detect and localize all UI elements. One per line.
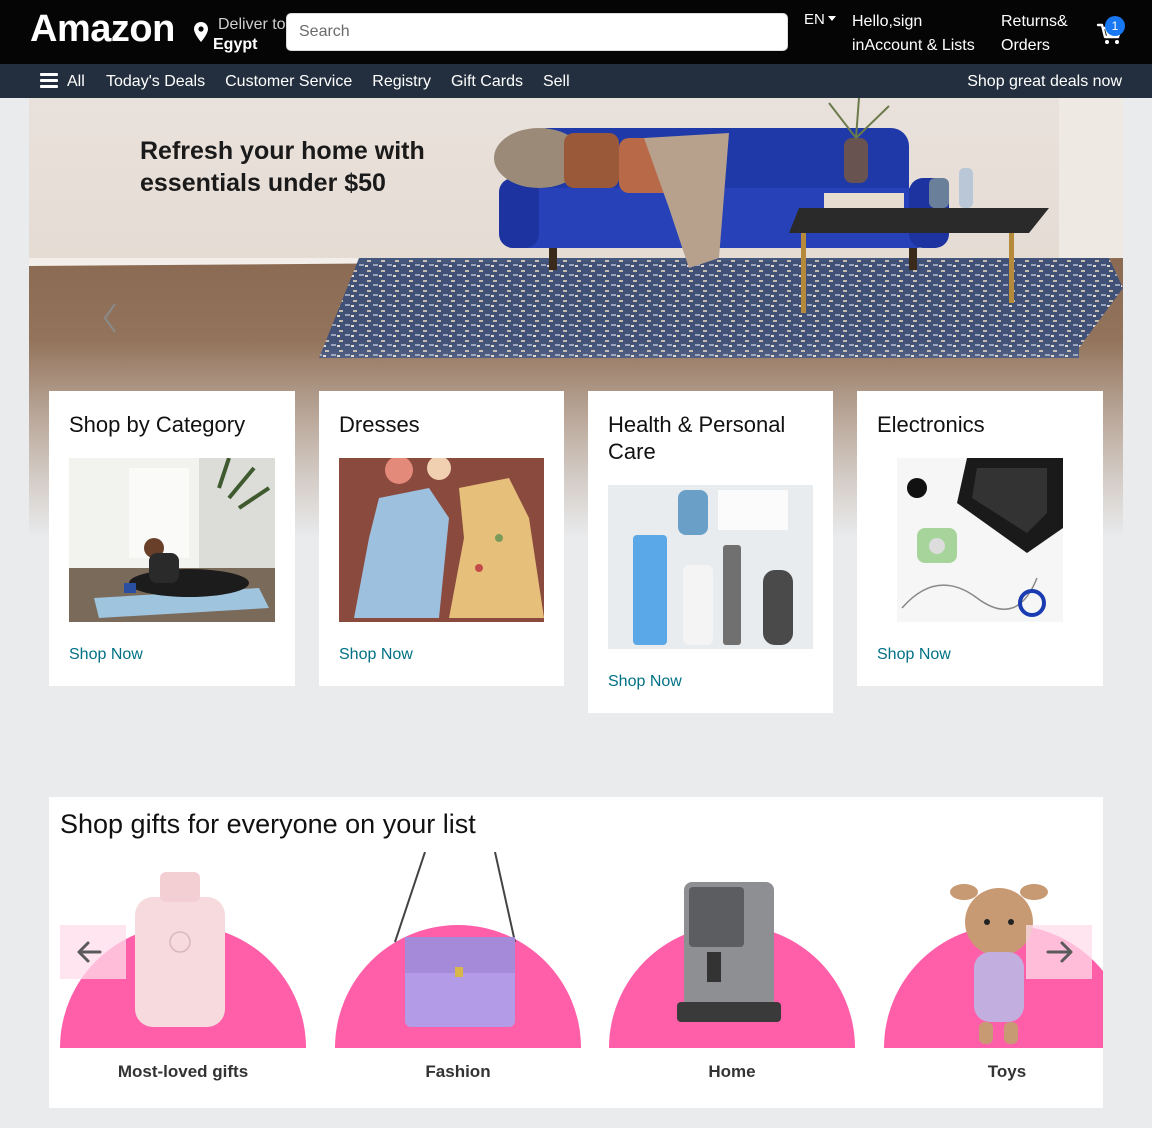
account-lists[interactable]: Hello,sign inAccount & Lists [852,10,975,58]
nav-link-todays-deals[interactable]: Today's Deals [106,73,205,91]
gift-label: Toys [987,1062,1027,1081]
card-image-yoga[interactable] [69,458,275,622]
card-title: Dresses [339,412,420,437]
card-electronics: Electronics Shop Now [857,391,1103,686]
card-health-personal-care: Health & Personal Care Shop Now [588,391,833,713]
card-dresses: Dresses Shop Now [319,391,564,686]
account-greeting: Hello,sign [852,13,923,30]
shop-now-link[interactable]: Shop Now [339,646,413,664]
language-selector[interactable]: EN [804,11,836,28]
gift-item-home[interactable]: Home [609,852,855,1108]
gift-label: Home [708,1062,756,1081]
gift-item-toys[interactable]: Toys [884,852,1103,1108]
card-title: Shop by Category [69,412,246,437]
arrow-left-icon [77,941,102,963]
location-pin-icon [194,22,208,42]
amazon-logo[interactable]: Amazon [30,8,175,51]
gift-image-bag [335,851,581,1048]
shop-now-link[interactable]: Shop Now [877,646,951,664]
caret-down-icon [827,16,836,21]
language-label: EN [804,11,825,28]
gift-item-most-loved[interactable]: Most-loved gifts [59,852,306,1108]
returns-label: Returns& [1001,13,1068,30]
nav-link-shop-deals[interactable]: Shop great deals now [967,73,1122,91]
card-shop-by-category: Shop by Category Shop Now [49,391,295,686]
returns-orders[interactable]: Returns& Orders [1001,10,1068,58]
nav-link-registry[interactable]: Registry [372,73,431,91]
shop-now-link[interactable]: Shop Now [69,646,143,664]
account-lists-label: inAccount & Lists [852,37,975,54]
nav-link-sell[interactable]: Sell [543,73,570,91]
nav-all-label: All [67,73,85,90]
gift-item-fashion[interactable]: Fashion [335,851,581,1108]
search-input[interactable] [287,14,787,50]
card-image-electronics[interactable] [897,458,1063,622]
card-title: Health & Personal Care [608,412,786,464]
hero-headline: Refresh your home with essentials under … [140,137,425,197]
nav-links: Today's Deals Customer Service Registry … [106,73,570,91]
gifts-prev-button[interactable] [60,925,126,979]
card-image-health[interactable] [608,485,813,649]
gift-image-espresso [609,882,855,1048]
nav-link-gift-cards[interactable]: Gift Cards [451,73,523,91]
nav-bar: All Today's Deals Customer Service Regis… [0,64,1152,98]
carousel-prev-icon[interactable] [99,298,123,338]
orders-label: Orders [1001,37,1050,54]
top-header: Amazon Deliver to Egypt EN Hello,sign in… [0,0,1152,64]
gift-label: Fashion [425,1062,491,1081]
shop-now-link[interactable]: Shop Now [608,673,682,691]
arrow-right-icon [1046,941,1073,963]
gifts-section: Shop gifts for everyone on your list Mos… [49,797,1103,1108]
card-title: Electronics [877,412,985,437]
card-image-dresses[interactable] [339,458,544,622]
gifts-heading: Shop gifts for everyone on your list [60,809,476,839]
deliver-label: Deliver to [218,16,286,33]
gift-label: Most-loved gifts [117,1062,249,1081]
cart-count-badge: 1 [1105,16,1125,36]
nav-link-customer-service[interactable]: Customer Service [225,73,352,91]
deliver-location: Egypt [213,36,258,53]
hamburger-menu-icon [40,73,58,89]
gifts-next-button[interactable] [1026,925,1092,979]
search-box [286,13,788,51]
